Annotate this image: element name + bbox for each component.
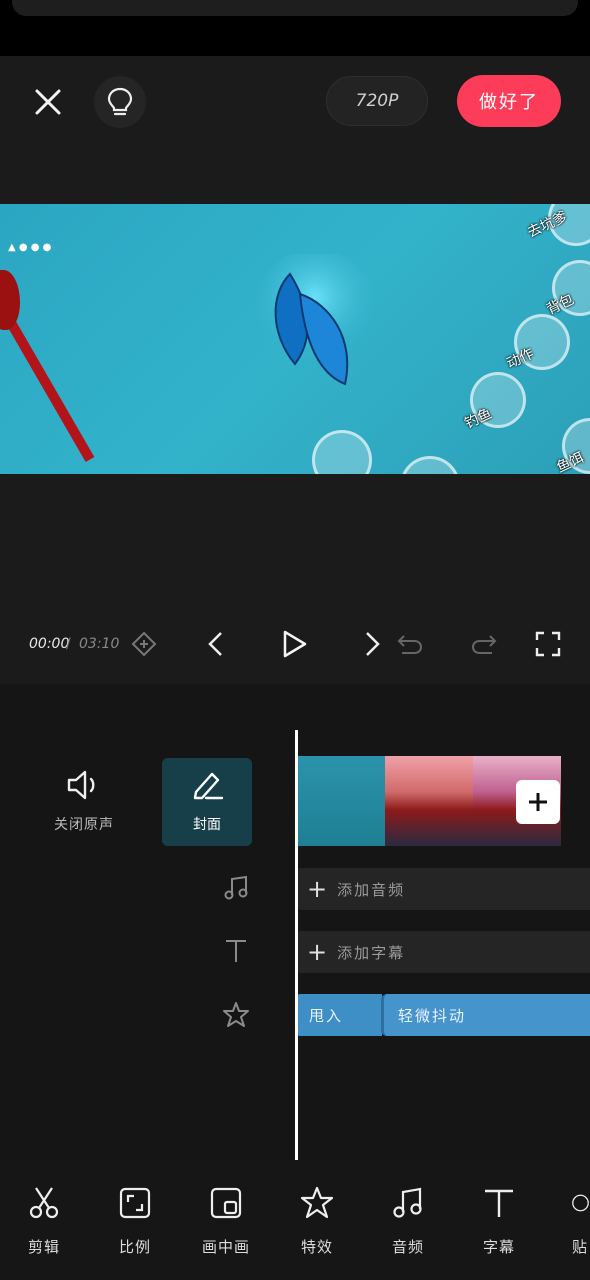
plus-icon: + xyxy=(307,875,328,903)
music-note-icon xyxy=(224,875,248,900)
effect-segment[interactable]: 甩入 xyxy=(297,994,382,1036)
star-icon xyxy=(223,1002,249,1027)
add-caption-track[interactable]: + 添加字幕 xyxy=(297,931,590,973)
text-icon xyxy=(485,1189,513,1217)
butterfly-graphic xyxy=(255,254,375,386)
playback-controls: 00:00 / 03:10 xyxy=(0,620,590,670)
audio-track-icon-wrap xyxy=(218,870,254,906)
keyframe-icon xyxy=(131,631,157,657)
prev-frame-button[interactable] xyxy=(198,626,234,662)
ratio-icon xyxy=(119,1187,151,1219)
editor-topbar: 720P 做好了 xyxy=(0,56,590,204)
notch-area xyxy=(12,0,578,16)
tool-ratio[interactable]: 比例 xyxy=(90,1184,180,1257)
tips-button[interactable] xyxy=(94,76,146,128)
effects-track-icon-wrap xyxy=(218,997,254,1033)
play-button[interactable] xyxy=(276,626,312,662)
play-icon xyxy=(283,630,307,658)
done-button[interactable]: 做好了 xyxy=(457,75,561,127)
cover-label: 封面 xyxy=(193,817,221,833)
scissors-icon xyxy=(29,1187,59,1219)
tool-audio[interactable]: 音频 xyxy=(363,1184,453,1257)
sticker-icon xyxy=(572,1194,589,1212)
close-button[interactable] xyxy=(26,80,70,124)
keyframe-button[interactable] xyxy=(126,626,162,662)
tool-label: 画中画 xyxy=(201,1238,250,1256)
pip-icon xyxy=(210,1187,242,1219)
effects-icon xyxy=(300,1186,334,1219)
tool-label: 字幕 xyxy=(482,1238,515,1256)
video-preview[interactable]: ▲ ● ● ● 去坑爹 背包 动作 钓鱼 鱼饵 xyxy=(0,204,590,474)
fullscreen-button[interactable] xyxy=(530,626,566,662)
chevron-right-icon xyxy=(366,632,380,656)
status-bar xyxy=(0,0,590,56)
tool-label: 贴 xyxy=(572,1238,589,1256)
game-button-6 xyxy=(312,430,372,474)
effects-track[interactable]: 甩入 轻微抖动 xyxy=(297,994,590,1036)
add-audio-label: 添加音频 xyxy=(337,880,406,899)
total-time: 03:10 xyxy=(79,636,120,652)
tool-caption[interactable]: 字幕 xyxy=(454,1184,544,1257)
tool-label: 剪辑 xyxy=(27,1238,60,1256)
mute-original-button[interactable]: 关闭原声 xyxy=(44,768,124,834)
chevron-left-icon xyxy=(208,632,222,656)
next-frame-button[interactable] xyxy=(354,626,390,662)
tool-sticker[interactable]: 贴 xyxy=(545,1184,590,1257)
game-button-7 xyxy=(400,456,460,474)
caption-track-icon-wrap xyxy=(218,933,254,969)
game-hud-dots: ▲ ● ● ● xyxy=(8,242,52,253)
close-icon xyxy=(35,89,61,115)
text-icon xyxy=(226,940,246,962)
cover-button[interactable]: 封面 xyxy=(162,758,252,846)
add-caption-label: 添加字幕 xyxy=(337,943,406,962)
add-audio-track[interactable]: + 添加音频 xyxy=(297,868,590,910)
time-separator: / xyxy=(66,636,71,652)
resolution-button[interactable]: 720P xyxy=(326,76,428,126)
tool-label: 特效 xyxy=(300,1238,333,1256)
current-time: 00:00 xyxy=(29,636,70,652)
plus-icon xyxy=(529,793,547,811)
effect-segment[interactable]: 轻微抖动 xyxy=(381,994,590,1036)
tool-pip[interactable]: 画中画 xyxy=(181,1184,271,1257)
red-object-graphic xyxy=(0,270,20,330)
clip-thumbnail[interactable] xyxy=(297,756,385,846)
redo-button[interactable] xyxy=(466,626,502,662)
tool-edit[interactable]: 剪辑 xyxy=(0,1184,89,1257)
undo-icon xyxy=(397,635,423,654)
tool-label: 音频 xyxy=(391,1238,424,1256)
tool-label: 比例 xyxy=(118,1238,151,1256)
plus-icon: + xyxy=(307,938,328,966)
redo-icon xyxy=(471,635,497,654)
fullscreen-icon xyxy=(535,631,561,657)
speaker-icon xyxy=(67,770,95,800)
lightbulb-icon xyxy=(107,87,133,116)
bottom-toolbar: 剪辑 比例 画中画 特效 音频 字幕 贴 xyxy=(0,1160,590,1280)
clip-thumbnail[interactable] xyxy=(385,756,473,846)
undo-button[interactable] xyxy=(392,626,428,662)
music-icon xyxy=(393,1187,422,1218)
mute-label: 关闭原声 xyxy=(54,817,114,833)
edit-pen-icon xyxy=(193,772,224,800)
add-clip-button[interactable] xyxy=(516,780,560,824)
tool-effects[interactable]: 特效 xyxy=(272,1184,362,1257)
playhead[interactable] xyxy=(295,730,298,1162)
